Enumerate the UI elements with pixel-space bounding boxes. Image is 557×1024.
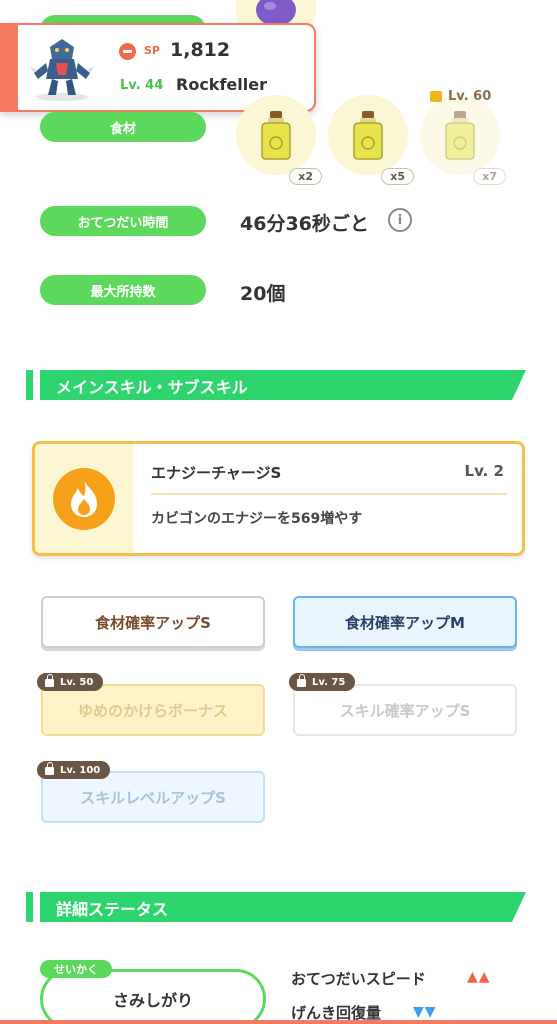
divider (151, 493, 507, 495)
max-carry-label: 最大所持数 (40, 275, 206, 305)
pokemon-avatar (24, 33, 100, 103)
sp-label: SP (144, 44, 160, 57)
oil-bottle-icon (261, 111, 291, 160)
sub-skill-3-locked[interactable]: ゆめのかけらボーナス (41, 684, 265, 736)
lock-icon (45, 674, 54, 687)
lock-level-badge: Lv. 75 (289, 673, 356, 691)
oil-bottle-icon (353, 111, 383, 160)
info-icon[interactable]: i (388, 208, 412, 232)
ingredient-unlock-level: Lv. 60 (430, 89, 491, 104)
skills-section-header: メインスキル・サブスキル (26, 370, 526, 400)
max-carry-value: 20個 (240, 283, 286, 305)
nature-up-stat: おてつだいスピード (291, 970, 426, 988)
sp-value: 1,812 (170, 39, 231, 61)
lock-level-badge: Lv. 50 (37, 673, 104, 691)
up-arrows-icon: ▲▲ (467, 969, 491, 985)
help-time-label: おてつだい時間 (40, 206, 206, 236)
sub-skill-4-locked[interactable]: スキル確率アップS (293, 684, 517, 736)
bottom-bar (0, 1020, 557, 1024)
section-title: 詳細ステータス (56, 900, 169, 919)
ingredient-count: x7 (473, 168, 506, 185)
section-title: メインスキル・サブスキル (56, 378, 248, 397)
help-time-value: 46分36秒ごと (240, 213, 369, 235)
ingredient-slot-2[interactable]: x5 (328, 95, 414, 185)
ingredients-label: 食材 (40, 112, 206, 142)
lock-icon (430, 91, 442, 102)
nature-tag: せいかく (40, 960, 112, 978)
lock-level-badge: Lv. 100 (37, 761, 111, 779)
fire-icon (53, 467, 115, 530)
sub-skill-2[interactable]: 食材確率アップM (293, 596, 517, 648)
pokemon-level: Lv. 44 (120, 78, 164, 93)
main-skill-card[interactable]: エナジーチャージS Lv. 2 カビゴンのエナジーを569増やす (32, 441, 525, 556)
sub-skill-1[interactable]: 食材確率アップS (41, 596, 265, 648)
lock-icon (45, 762, 54, 775)
main-skill-name: エナジーチャージS (151, 464, 282, 482)
pokemon-sprite-icon (30, 39, 94, 101)
ingredient-slot-3-locked[interactable]: x7 (420, 95, 506, 185)
down-arrows-icon: ▼▼ (413, 1004, 437, 1020)
card-accent-strip (2, 25, 18, 110)
sp-icon (119, 43, 136, 60)
main-skill-description: カビゴンのエナジーを569増やす (151, 511, 363, 527)
oil-bottle-icon (445, 111, 475, 160)
lock-icon (297, 674, 306, 687)
details-section-header: 詳細ステータス (26, 892, 526, 922)
pokemon-nickname: Rockfeller (176, 75, 267, 94)
ingredient-slot-1[interactable]: x2 (236, 95, 322, 185)
main-skill-level: Lv. 2 (464, 462, 504, 480)
ingredient-count: x2 (289, 168, 322, 185)
ingredient-count: x5 (381, 168, 414, 185)
